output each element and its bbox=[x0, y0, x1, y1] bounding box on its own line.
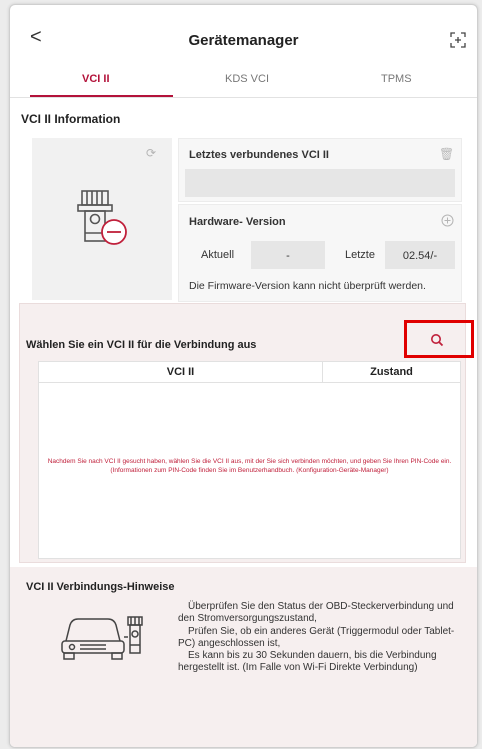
vci-device-icon bbox=[77, 190, 127, 245]
table-header-divider bbox=[39, 382, 460, 383]
vci-table: VCI II Zustand Nachdem Sie nach VCI II g… bbox=[38, 361, 461, 559]
column-header-vci: VCI II bbox=[39, 362, 323, 382]
hint-line: Es kann bis zu 30 Sekunden dauern, bis d… bbox=[178, 650, 437, 674]
empty-table-message: Nachdem Sie nach VCI II gesucht haben, w… bbox=[47, 458, 452, 474]
trash-icon[interactable]: 🗑 bbox=[439, 147, 454, 161]
hints-title: VCI II Verbindungs-Hinweise bbox=[26, 581, 175, 593]
last-connected-title: Letztes verbundenes VCI II bbox=[189, 149, 329, 161]
current-version-value: - bbox=[251, 241, 325, 269]
car-vci-icon bbox=[61, 616, 143, 660]
hardware-version-card: Hardware- Version Aktuell - Letzte 02.54… bbox=[178, 204, 462, 302]
hint-line: Überprüfen Sie den Status der OBD-Stecke… bbox=[178, 601, 454, 625]
update-icon[interactable] bbox=[441, 214, 454, 227]
app-window: < Gerätemanager VCI II KDS VCI TPMS VCI … bbox=[9, 4, 478, 748]
page-title: Gerätemanager bbox=[188, 32, 299, 49]
last-connected-card: Letztes verbundenes VCI II 🗑 bbox=[178, 138, 462, 202]
search-highlight-box bbox=[404, 320, 474, 358]
current-version-label: Aktuell bbox=[201, 249, 235, 261]
tab-tpms[interactable]: TPMS bbox=[381, 73, 412, 85]
latest-version-value: 02.54/- bbox=[385, 241, 455, 269]
hints-text: Überprüfen Sie den Status der OBD-Stecke… bbox=[178, 601, 468, 675]
info-section-title: VCI II Information bbox=[21, 112, 121, 126]
column-header-status: Zustand bbox=[370, 366, 413, 378]
hint-line: Prüfen Sie, ob ein anderes Gerät (Trigge… bbox=[178, 625, 455, 649]
hardware-version-title: Hardware- Version bbox=[189, 216, 286, 228]
firmware-note: Die Firmware-Version kann nicht überprüf… bbox=[189, 280, 426, 292]
latest-version-label: Letzte bbox=[345, 249, 375, 261]
selection-title: Wählen Sie ein VCI II für die Verbindung… bbox=[26, 339, 257, 351]
connection-hints-panel: VCI II Verbindungs-Hinweise Überprüfen S… bbox=[10, 567, 477, 747]
vci-device-panel: ⟳ bbox=[32, 138, 172, 300]
tab-kds-vci[interactable]: KDS VCI bbox=[225, 73, 269, 85]
app-header: < Gerätemanager bbox=[10, 5, 477, 65]
device-tabs: VCI II KDS VCI TPMS bbox=[10, 67, 477, 98]
active-tab-indicator bbox=[30, 95, 173, 97]
last-connected-value bbox=[185, 169, 455, 197]
refresh-icon[interactable]: ⟳ bbox=[146, 146, 156, 160]
scan-icon[interactable] bbox=[450, 32, 466, 48]
tab-vci-ii[interactable]: VCI II bbox=[82, 73, 110, 85]
